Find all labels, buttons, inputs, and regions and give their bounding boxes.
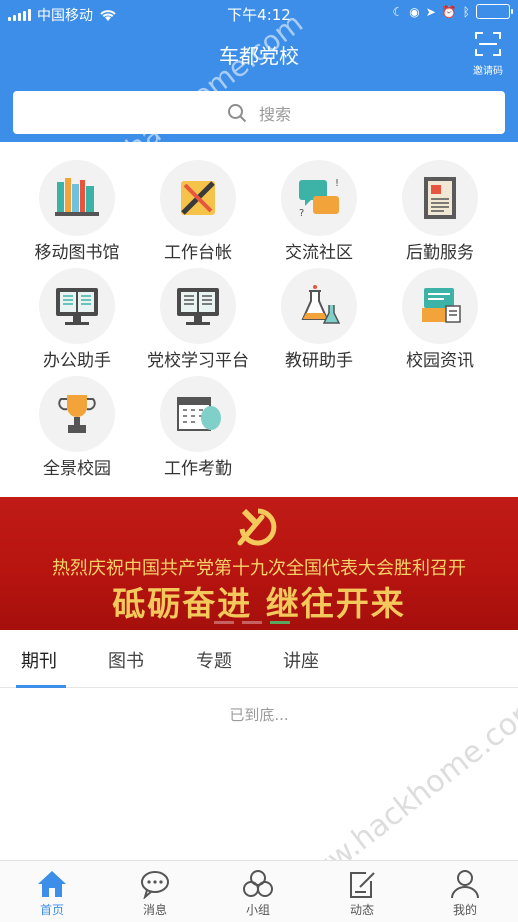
nav-groups[interactable]: 小组 <box>228 867 288 918</box>
carousel-dot <box>214 621 234 624</box>
user-icon <box>451 870 479 899</box>
bluetooth-icon: ᛒ <box>462 4 470 19</box>
nav-label: 动态 <box>349 903 374 917</box>
tab-topics[interactable]: 专题 <box>196 647 232 673</box>
alarm-icon: ⏰ <box>441 4 457 19</box>
carousel-dot <box>242 621 262 624</box>
lab-flask-icon <box>301 285 341 324</box>
nav-messages[interactable]: 消息 <box>125 867 185 918</box>
ruler-pencil-icon <box>181 181 215 215</box>
edit-icon <box>350 872 375 898</box>
calendar-icon <box>177 397 221 431</box>
svg-text:!: ! <box>335 178 339 189</box>
trophy-icon <box>58 395 96 433</box>
carousel-indicator <box>214 621 290 624</box>
banner-carousel[interactable]: 热烈庆祝中国共产党第十九次全国代表大会胜利召开 砥砺奋进 继往开来 <box>0 497 518 630</box>
banner-slogan: 砥砺奋进 继往开来 <box>112 584 406 623</box>
message-icon <box>141 871 169 899</box>
grid-item-panorama-campus[interactable]: 全景校园 <box>17 368 137 479</box>
grid-item-attendance[interactable]: 工作考勤 <box>138 368 258 479</box>
tab-books[interactable]: 图书 <box>108 647 144 673</box>
tab-lectures[interactable]: 讲座 <box>283 647 319 673</box>
battery-icon <box>476 4 513 19</box>
rotation-lock-icon: ◉ <box>409 4 420 19</box>
book-monitor-icon <box>56 288 98 325</box>
grid-item-campus-news[interactable]: 校园资讯 <box>380 260 500 371</box>
grid-item-research-assistant[interactable]: 教研助手 <box>259 260 379 371</box>
grid-item-office-assistant[interactable]: 办公助手 <box>17 260 137 371</box>
grid-item-label: 全景校园 <box>43 459 111 479</box>
invite-code-label: 邀请码 <box>473 66 503 77</box>
document-icon <box>424 177 456 219</box>
nav-label: 小组 <box>245 903 270 917</box>
chat-bubbles-icon: !? <box>299 178 339 219</box>
grid-item-label: 教研助手 <box>285 351 353 371</box>
nav-feed[interactable]: 动态 <box>332 867 392 918</box>
nav-label: 消息 <box>142 903 167 917</box>
grid-item-library[interactable]: 移动图书馆 <box>17 152 137 263</box>
content-tabs: 期刊 图书 专题 讲座 <box>0 630 518 688</box>
search-placeholder: 搜索 <box>258 104 291 124</box>
grid-item-logistics[interactable]: 后勤服务 <box>380 152 500 263</box>
group-icon <box>243 870 273 897</box>
party-emblem-icon <box>237 508 277 546</box>
grid-item-work-ledger[interactable]: 工作台帐 <box>138 152 258 263</box>
bottom-navigation: 首页 消息 小组 动态 我的 <box>0 860 518 922</box>
page-title: 车都党校 <box>219 44 299 68</box>
nav-label: 首页 <box>39 903 64 917</box>
nav-profile[interactable]: 我的 <box>435 867 495 918</box>
moon-icon: ☾ <box>392 4 404 19</box>
bookshelf-icon <box>55 178 99 216</box>
tab-journal[interactable]: 期刊 <box>21 647 57 673</box>
svg-text:?: ? <box>299 208 304 219</box>
list-end-text: 已到底... <box>229 706 289 724</box>
scan-icon <box>475 32 501 56</box>
grid-item-label: 校园资讯 <box>406 351 474 371</box>
active-tab-indicator <box>16 685 66 688</box>
status-bar: 中国移动 下午4:12 ☾ ◉ ➤ ⏰ ᛒ <box>0 0 518 26</box>
nav-label: 我的 <box>452 903 477 917</box>
home-icon <box>38 871 66 897</box>
nav-home[interactable]: 首页 <box>22 867 82 918</box>
search-icon <box>227 103 247 122</box>
invite-code-button[interactable]: 邀请码 <box>468 32 508 77</box>
grid-item-community[interactable]: !? 交流社区 <box>259 152 379 263</box>
carousel-dot-active <box>270 621 290 624</box>
grid-item-label: 工作考勤 <box>164 459 232 479</box>
app-header: 中国移动 下午4:12 ☾ ◉ ➤ ⏰ ᛒ 车都党校 邀请码 搜索 www.ha… <box>0 0 518 211</box>
open-book-monitor-icon <box>177 288 219 325</box>
search-input[interactable]: 搜索 <box>13 91 505 134</box>
grid-item-study-platform[interactable]: 党校学习平台 <box>138 260 258 371</box>
laptop-news-icon <box>422 288 461 323</box>
location-icon: ➤ <box>425 4 436 19</box>
